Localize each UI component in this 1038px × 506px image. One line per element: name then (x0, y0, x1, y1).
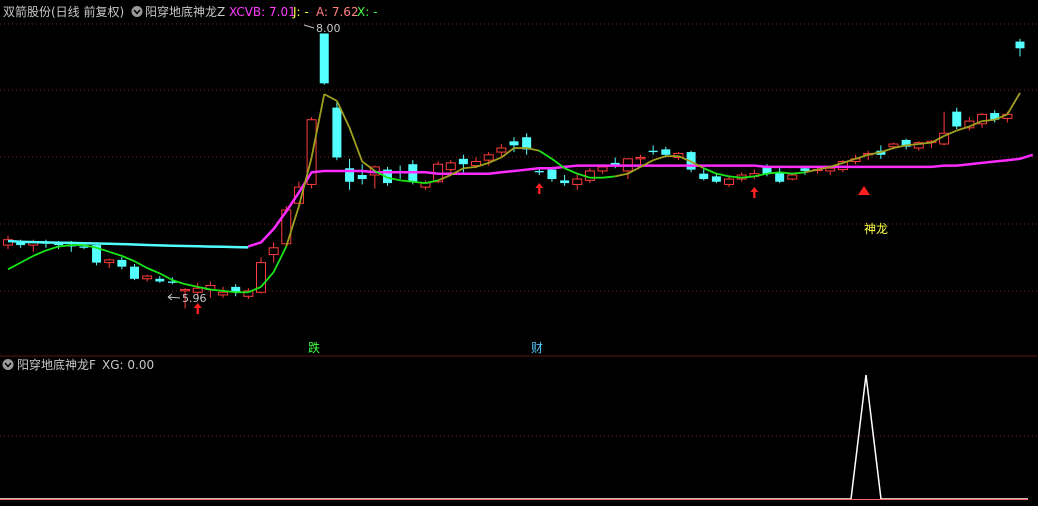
event-label-cai[interactable]: 财 (530, 340, 546, 355)
ma-fast-segment (32, 249, 47, 257)
candle (104, 258, 115, 268)
sub-settings-toggle-icon[interactable] (2, 359, 14, 370)
candle (913, 141, 924, 151)
ma-fast-segment (956, 125, 970, 132)
candle (572, 173, 583, 190)
ma-fast-segment (703, 167, 717, 175)
signal-triangle-icon (858, 186, 870, 195)
candle (345, 158, 355, 190)
ma-slow-magenta-line (247, 153, 1034, 248)
ma-fast-segment (792, 171, 806, 175)
candle (560, 175, 570, 186)
candle (142, 274, 153, 282)
indicator-lines (7, 92, 1034, 294)
candle (622, 158, 633, 180)
candle (319, 33, 329, 85)
candle (648, 145, 658, 155)
stock-chart[interactable]: 双箭股份(日线 前复权) 阳穿地底神龙Z XCVB: 7.01 J: - A: … (0, 0, 1038, 506)
ma-fast-segment (602, 175, 616, 179)
settings-toggle-icon[interactable] (131, 6, 143, 17)
ma-fast-segment (716, 172, 730, 178)
candle (1015, 38, 1025, 57)
candle (117, 257, 127, 270)
candle (130, 263, 139, 281)
candle (964, 117, 975, 131)
ma-fast-segment (1006, 92, 1021, 115)
xg-line (0, 374, 1028, 500)
ma-slow-cyan-line (7, 239, 249, 249)
indicator-title: 阳穿地底神龙Z (145, 4, 225, 19)
candle (775, 165, 785, 184)
ma-fast-segment (538, 149, 553, 160)
candle (332, 102, 342, 161)
candle (155, 276, 165, 283)
svg-text:跌: 跌 (308, 340, 320, 355)
low-price-marker: 5.96 (167, 292, 207, 305)
main-header: 双箭股份(日线 前复权) 阳穿地底神龙Z XCVB: 7.01 J: - A: … (3, 4, 377, 19)
buy-arrow-icon (535, 183, 544, 194)
candle (218, 286, 229, 298)
candle (268, 242, 279, 263)
xg-value: XG: 0.00 (102, 358, 154, 372)
event-label-die[interactable]: 跌 (307, 340, 323, 355)
stock-title: 双箭股份(日线 前复权) (3, 4, 124, 19)
ma-fast-segment (108, 250, 123, 257)
ma-fast-segment (184, 283, 198, 288)
candle (724, 176, 735, 188)
ma-fast-segment (564, 167, 578, 175)
signal-label: 神龙 (864, 222, 888, 236)
a-value: A: 7.62 (316, 5, 359, 19)
candle (749, 169, 760, 180)
ma-fast-segment (146, 267, 161, 275)
sub-indicator-title: 阳穿地底神龙F (17, 357, 96, 372)
candle (952, 107, 962, 130)
ma-fast-segment (463, 166, 477, 170)
xcvb-value: XCVB: 7.01 (229, 5, 296, 19)
ma-fast-segment (20, 255, 34, 264)
candle (522, 133, 532, 155)
ma-fast-segment (855, 153, 869, 160)
svg-text:5.96: 5.96 (182, 292, 207, 305)
ma-fast-segment (348, 127, 364, 162)
j-value: J: - (292, 5, 309, 19)
ma-fast-segment (652, 155, 667, 162)
candle (584, 168, 595, 184)
candle (635, 154, 646, 166)
candle (41, 239, 51, 248)
candle (901, 138, 911, 150)
ma-fast-segment (45, 245, 59, 252)
candle (357, 164, 367, 185)
main-grid (0, 23, 1038, 292)
ma-fast-segment (615, 172, 629, 178)
x-value: X: - (357, 5, 377, 19)
ma-fast-segment (7, 261, 22, 271)
candle (92, 242, 102, 266)
candle (787, 173, 798, 181)
candle (939, 111, 950, 146)
xg-plot (0, 374, 1028, 500)
high-price-marker: 8.00 (303, 22, 341, 35)
ma-fast-segment (412, 180, 426, 184)
svg-text:8.00: 8.00 (316, 22, 341, 35)
buy-arrow-icon (750, 187, 759, 199)
candle (445, 160, 456, 174)
ma-fast-segment (323, 93, 338, 102)
candle (243, 288, 254, 299)
svg-text:财: 财 (531, 341, 543, 355)
ma-fast-segment (880, 147, 894, 153)
candle (231, 284, 241, 297)
ma-fast-segment (361, 160, 376, 172)
sub-header: 阳穿地底神龙F XG: 0.00 (2, 357, 154, 372)
